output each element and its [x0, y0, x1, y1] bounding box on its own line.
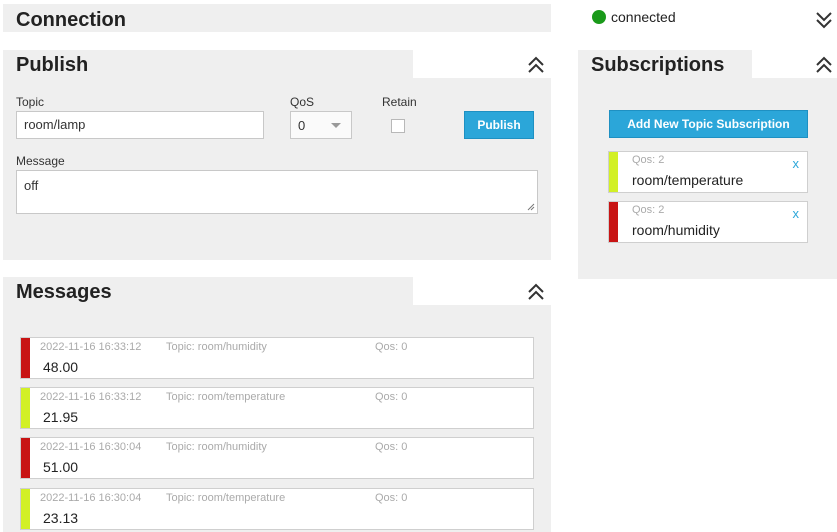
remove-subscription-icon[interactable]: x — [793, 156, 800, 171]
retain-label: Retain — [382, 95, 417, 109]
message-color-bar — [21, 489, 30, 529]
messages-title: Messages — [16, 281, 112, 303]
message-topic: Topic: room/temperature — [166, 492, 286, 504]
message-qos: Qos: 0 — [375, 391, 408, 403]
subscription-topic: room/humidity — [632, 222, 720, 238]
message-topic: Topic: room/temperature — [166, 391, 286, 403]
status-indicator-icon — [592, 10, 606, 24]
subscription-item[interactable]: Qos: 2 room/humidity x — [608, 201, 808, 243]
subscription-qos: Qos: 2 — [632, 204, 665, 216]
message-textarea[interactable]: off — [16, 170, 538, 214]
message-color-bar — [21, 438, 30, 478]
message-topic: Topic: room/humidity — [166, 341, 267, 353]
double-chevron-up-icon[interactable] — [527, 282, 545, 302]
message-payload: 48.00 — [43, 359, 79, 375]
double-chevron-down-icon[interactable] — [815, 10, 833, 30]
message-item[interactable]: 2022-11-16 16:30:04 Topic: room/humidity… — [20, 437, 534, 479]
message-label: Message — [16, 154, 65, 168]
qos-label: QoS — [290, 95, 315, 109]
status-text: connected — [611, 9, 676, 25]
message-item[interactable]: 2022-11-16 16:30:04 Topic: room/temperat… — [20, 488, 534, 530]
double-chevron-up-icon[interactable] — [815, 55, 833, 75]
publish-title: Publish — [16, 54, 89, 76]
publish-button[interactable]: Publish — [464, 111, 534, 139]
caret-down-icon — [331, 123, 341, 128]
topic-input[interactable]: room/lamp — [16, 111, 264, 139]
subscriptions-panel: Subscriptions Add New Topic Subscription… — [578, 50, 837, 279]
message-item[interactable]: 2022-11-16 16:33:12 Topic: room/temperat… — [20, 387, 534, 429]
resize-grip-icon[interactable] — [527, 203, 535, 211]
retain-checkbox[interactable] — [391, 119, 405, 133]
subscription-topic: room/temperature — [632, 172, 744, 188]
publish-panel: Publish Topic room/lamp QoS 0 Retain Pub… — [3, 50, 551, 260]
qos-select[interactable]: 0 — [290, 111, 352, 139]
message-text: off — [24, 178, 39, 193]
message-payload: 51.00 — [43, 459, 79, 475]
subscriptions-title: Subscriptions — [591, 54, 725, 76]
connection-title: Connection — [16, 9, 126, 31]
topic-label: Topic — [16, 95, 45, 109]
qos-selected-value: 0 — [298, 118, 306, 133]
double-chevron-up-icon[interactable] — [527, 55, 545, 75]
remove-subscription-icon[interactable]: x — [793, 206, 800, 221]
message-item[interactable]: 2022-11-16 16:33:12 Topic: room/humidity… — [20, 337, 534, 379]
message-color-bar — [21, 388, 30, 428]
add-subscription-button[interactable]: Add New Topic Subscription — [609, 110, 808, 138]
subscription-color-bar — [609, 202, 618, 242]
message-payload: 23.13 — [43, 510, 79, 526]
messages-panel: Messages 2022-11-16 16:33:12 Topic: room… — [3, 277, 551, 532]
message-color-bar — [21, 338, 30, 378]
subscription-color-bar — [609, 152, 618, 192]
connection-header[interactable]: Connection — [3, 4, 551, 32]
message-qos: Qos: 0 — [375, 492, 408, 504]
message-payload: 21.95 — [43, 409, 79, 425]
message-topic: Topic: room/humidity — [166, 441, 267, 453]
message-timestamp: 2022-11-16 16:33:12 — [40, 391, 142, 403]
topic-input-value: room/lamp — [24, 117, 86, 132]
subscription-qos: Qos: 2 — [632, 154, 665, 166]
subscription-item[interactable]: Qos: 2 room/temperature x — [608, 151, 808, 193]
message-qos: Qos: 0 — [375, 441, 408, 453]
message-timestamp: 2022-11-16 16:30:04 — [40, 441, 142, 453]
message-timestamp: 2022-11-16 16:30:04 — [40, 492, 142, 504]
message-qos: Qos: 0 — [375, 341, 408, 353]
message-timestamp: 2022-11-16 16:33:12 — [40, 341, 142, 353]
